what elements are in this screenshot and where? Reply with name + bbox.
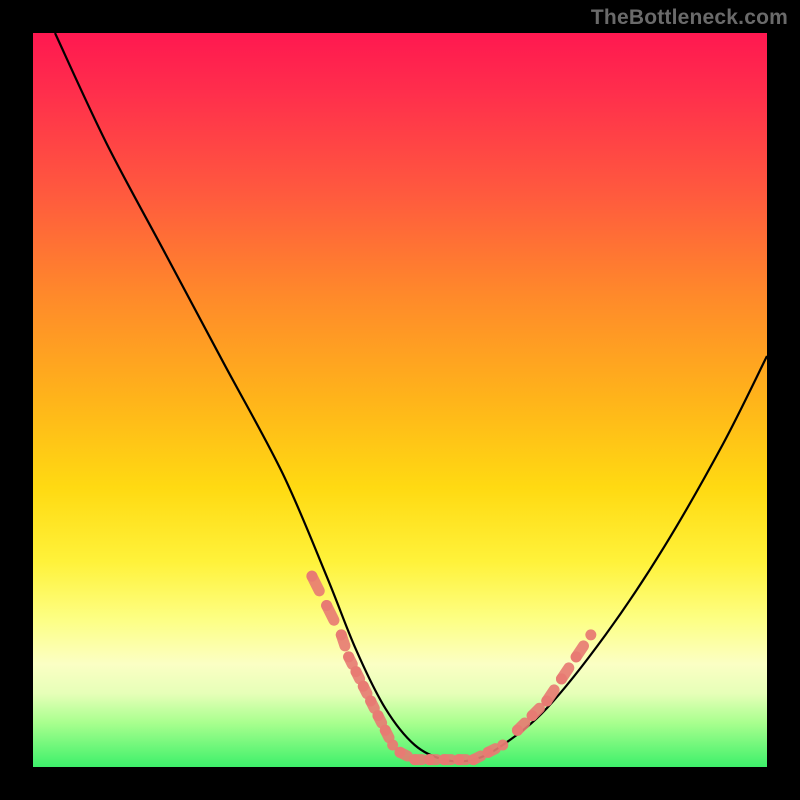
scatter-segment <box>385 730 389 737</box>
scatter-segment <box>327 606 334 621</box>
scatter-segment <box>371 701 375 708</box>
scatter-segment <box>356 672 360 679</box>
scatter-segment <box>517 723 524 730</box>
scatter-points <box>306 571 596 766</box>
scatter-segment <box>561 668 568 679</box>
scatter-dot <box>497 739 508 750</box>
bottleneck-curve <box>55 33 767 762</box>
scatter-segment <box>349 657 353 664</box>
watermark-text: TheBottleneck.com <box>591 6 788 30</box>
scatter-segment <box>363 686 367 693</box>
scatter-segment <box>473 756 480 760</box>
scatter-segment <box>532 708 539 715</box>
scatter-segment <box>488 749 495 753</box>
scatter-segment <box>378 716 382 723</box>
scatter-segment <box>400 752 407 756</box>
scatter-segment <box>312 576 319 591</box>
plot-area <box>33 33 767 767</box>
scatter-segment <box>547 690 554 701</box>
chart-svg <box>33 33 767 767</box>
scatter-dot <box>585 629 596 640</box>
scatter-segment <box>576 646 583 657</box>
chart-canvas: TheBottleneck.com <box>0 0 800 800</box>
scatter-segment <box>341 635 345 646</box>
